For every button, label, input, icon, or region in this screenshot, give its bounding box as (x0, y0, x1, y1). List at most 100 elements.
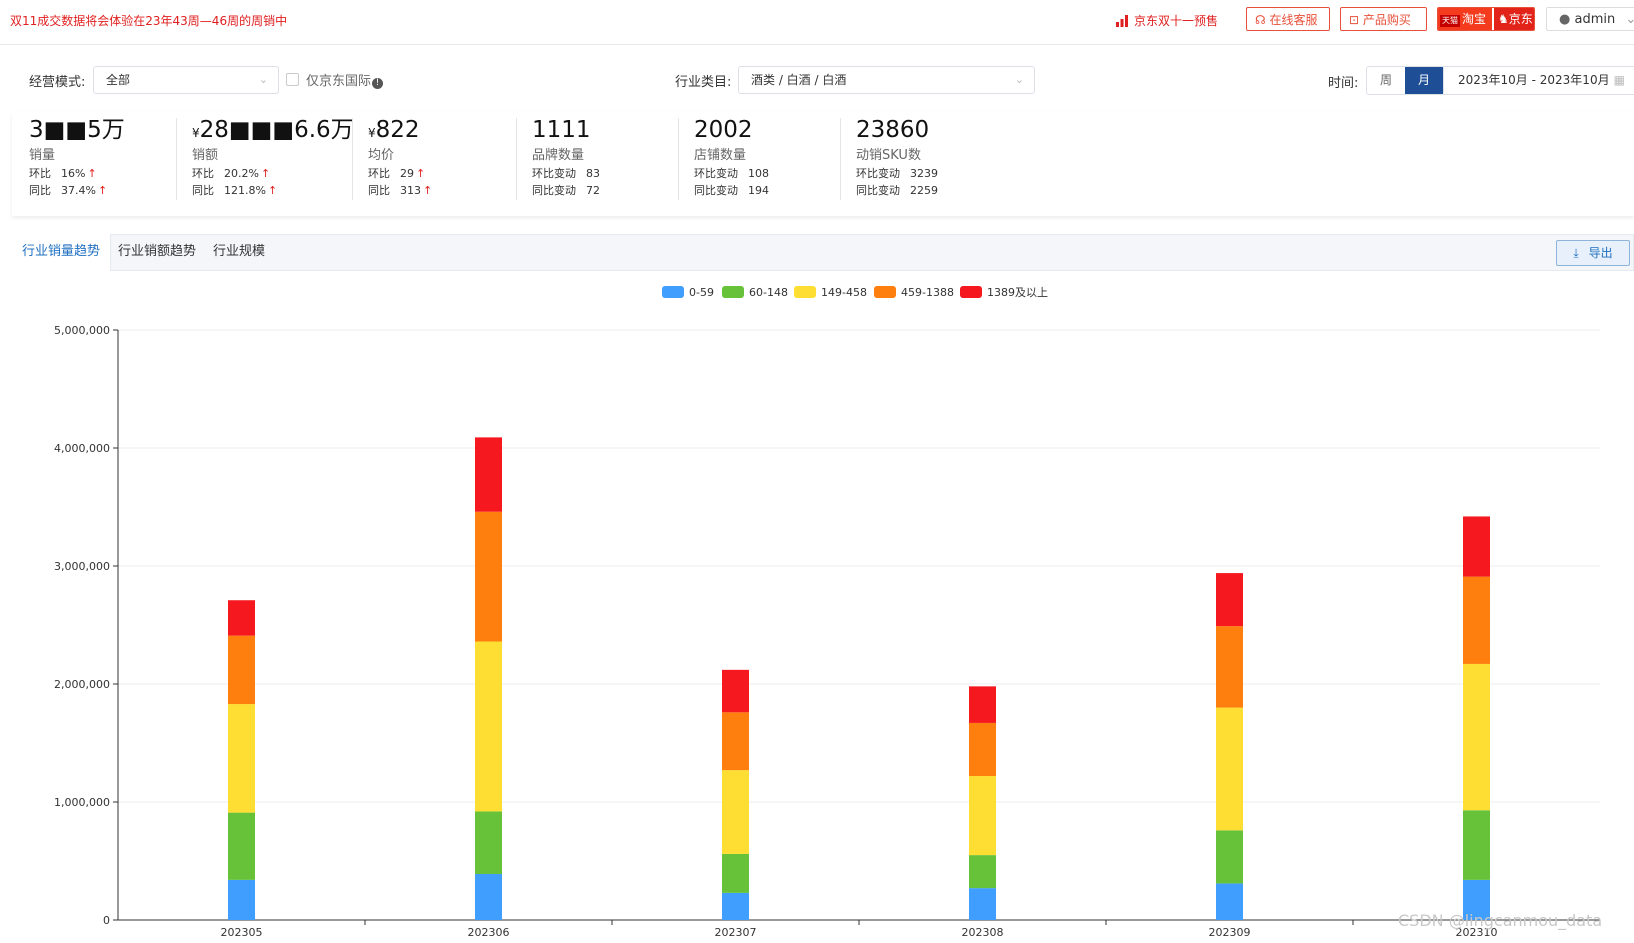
bar-segment-0-59 (722, 892, 749, 920)
stat-yoy: 同比 37.4% ↑ (29, 182, 125, 199)
legend-swatch (874, 286, 896, 298)
legend-label: 459-1388 (901, 286, 954, 299)
stat-mom-value: 3239 (910, 167, 938, 180)
online-service-button[interactable]: ☊ 在线客服 (1246, 7, 1330, 31)
bar-segment-1389及以上 (1216, 573, 1243, 627)
username: admin (1574, 12, 1616, 27)
stat-yoy-label: 同比 (192, 184, 214, 197)
stat-yoy: 同比 313 ↑ (368, 182, 432, 199)
bar-segment-1389及以上 (722, 669, 749, 713)
y-tick-label: 3,000,000 (54, 560, 110, 573)
taobao-link[interactable]: 天猫 淘宝 (1438, 8, 1493, 30)
mode-label: 经营模式: (29, 75, 86, 90)
tab-sales-volume-trend[interactable]: 行业销量趋势 (12, 234, 112, 271)
notice-text: 双11成交数据将会体验在23年43周—46周的周销中 (10, 14, 288, 28)
bar-segment-0-59 (475, 873, 502, 920)
bar-segment-0-59 (969, 888, 996, 920)
product-buy-label: 产品购买 (1362, 13, 1411, 27)
stat-number: 23860 (856, 117, 930, 143)
time-label: 时间: (1328, 76, 1359, 91)
stat-divider (516, 118, 517, 200)
period-month-button[interactable]: 月 (1405, 67, 1443, 94)
legend-label: 0-59 (689, 286, 714, 299)
bar-segment-0-59 (1216, 883, 1243, 920)
period-week-button[interactable]: 周 (1367, 67, 1405, 94)
bar-segment-60-148 (1463, 810, 1490, 880)
export-button[interactable]: ⤓ 导出 (1556, 240, 1630, 266)
y-tick-label: 0 (103, 914, 110, 927)
stat-mom-label: 环比 (29, 167, 51, 180)
stat-card: 2002 店铺数量 环比变动 108 同比变动 194 (694, 116, 771, 199)
user-icon: ● (1559, 12, 1571, 27)
stat-mom-value: 16% (61, 167, 86, 180)
stat-divider (678, 118, 679, 200)
bar-segment-149-458 (228, 704, 255, 813)
arrow-up-icon: ↑ (416, 167, 426, 180)
stat-name: 均价 (368, 148, 395, 163)
stat-yoy-label: 同比变动 (532, 184, 576, 197)
bar-segment-459-1388 (722, 712, 749, 771)
industry-select[interactable]: 酒类 / 白酒 / 白酒 ⌄ (738, 66, 1035, 94)
tab-sales-amount-trend[interactable]: 行业销额趋势 (108, 234, 206, 271)
legend-swatch (794, 286, 816, 298)
bar-segment-149-458 (969, 776, 996, 856)
stat-value: 1111 (532, 116, 602, 147)
arrow-up-icon: ↑ (87, 167, 97, 180)
chevron-down-icon: ⌄ (1625, 12, 1634, 27)
stat-divider (176, 118, 177, 200)
stat-mom-label: 环比 (192, 167, 214, 180)
stat-mom: 环比 20.2% ↑ (192, 165, 354, 182)
stat-mom: 环比变动 3239 (856, 165, 940, 182)
currency-symbol: ¥ (368, 126, 376, 140)
mode-select[interactable]: 全部 ⌄ (93, 66, 279, 94)
bar-segment-1389及以上 (475, 437, 502, 512)
bar-segment-459-1388 (1463, 576, 1490, 664)
jd-intl-label[interactable]: 仅京东国际! (306, 70, 384, 89)
date-range-picker[interactable]: 2023年10月 - 2023年10月 ▦ (1443, 66, 1634, 95)
stat-mom-value: 108 (748, 167, 769, 180)
arrow-up-icon: ↑ (260, 167, 271, 180)
stat-mom: 环比 29 ↑ (368, 165, 432, 182)
bar-segment-459-1388 (969, 722, 996, 777)
bar-segment-459-1388 (1216, 626, 1243, 708)
jd-link[interactable]: ♞京东 (1494, 8, 1534, 30)
stat-card: 23860 动销SKU数 环比变动 3239 同比变动 2259 (856, 116, 940, 199)
promo-link[interactable]: 京东双十一预售 (1116, 12, 1218, 30)
stat-card: 1111 品牌数量 环比变动 83 同比变动 72 (532, 116, 602, 199)
stat-yoy-value: 121.8% (224, 184, 266, 197)
bar-segment-149-458 (1463, 663, 1490, 811)
stat-mom-label: 环比 (368, 167, 390, 180)
tab-industry-scale[interactable]: 行业规模 (203, 234, 275, 271)
currency-symbol: ¥ (192, 126, 200, 140)
y-tick-label: 5,000,000 (54, 324, 110, 337)
stat-value: ¥822 (368, 116, 432, 147)
stat-yoy-value: 313 (400, 184, 421, 197)
taobao-label: 淘宝 (1462, 12, 1487, 26)
bar-chart-icon (1116, 15, 1128, 30)
x-tick-label: 202307 (715, 926, 757, 939)
legend-swatch (960, 286, 982, 298)
stat-yoy: 同比变动 194 (694, 182, 771, 199)
jd-intl-checkbox[interactable] (286, 73, 299, 86)
shop-links[interactable]: 天猫 淘宝 ♞京东 (1437, 7, 1535, 31)
user-menu[interactable]: ● admin ⌄ (1546, 7, 1634, 31)
stat-name: 动销SKU数 (856, 148, 921, 163)
download-icon: ⤓ (1573, 246, 1579, 260)
period-toggle: 周 月 (1366, 66, 1444, 95)
stat-number: 3■■5万 (29, 117, 125, 143)
legend-label: 149-458 (821, 286, 867, 299)
stat-mom: 环比变动 108 (694, 165, 771, 182)
stat-card: 3■■5万 销量 环比 16% ↑ 同比 37.4% ↑ (29, 116, 125, 199)
x-tick-label: 202308 (962, 926, 1004, 939)
stat-name: 品牌数量 (532, 148, 585, 163)
cart-icon: ⊡ (1349, 13, 1360, 27)
x-tick-label: 202305 (221, 926, 263, 939)
arrow-up-icon: ↑ (267, 184, 278, 197)
stat-yoy-value: 72 (586, 184, 600, 197)
bar-segment-60-148 (228, 812, 255, 880)
date-range-value: 2023年10月 - 2023年10月 (1458, 73, 1610, 87)
stat-mom-label: 环比变动 (532, 167, 576, 180)
stat-yoy-label: 同比 (29, 184, 51, 197)
product-buy-button[interactable]: ⊡ 产品购买 (1340, 7, 1427, 31)
x-tick-label: 202309 (1209, 926, 1251, 939)
